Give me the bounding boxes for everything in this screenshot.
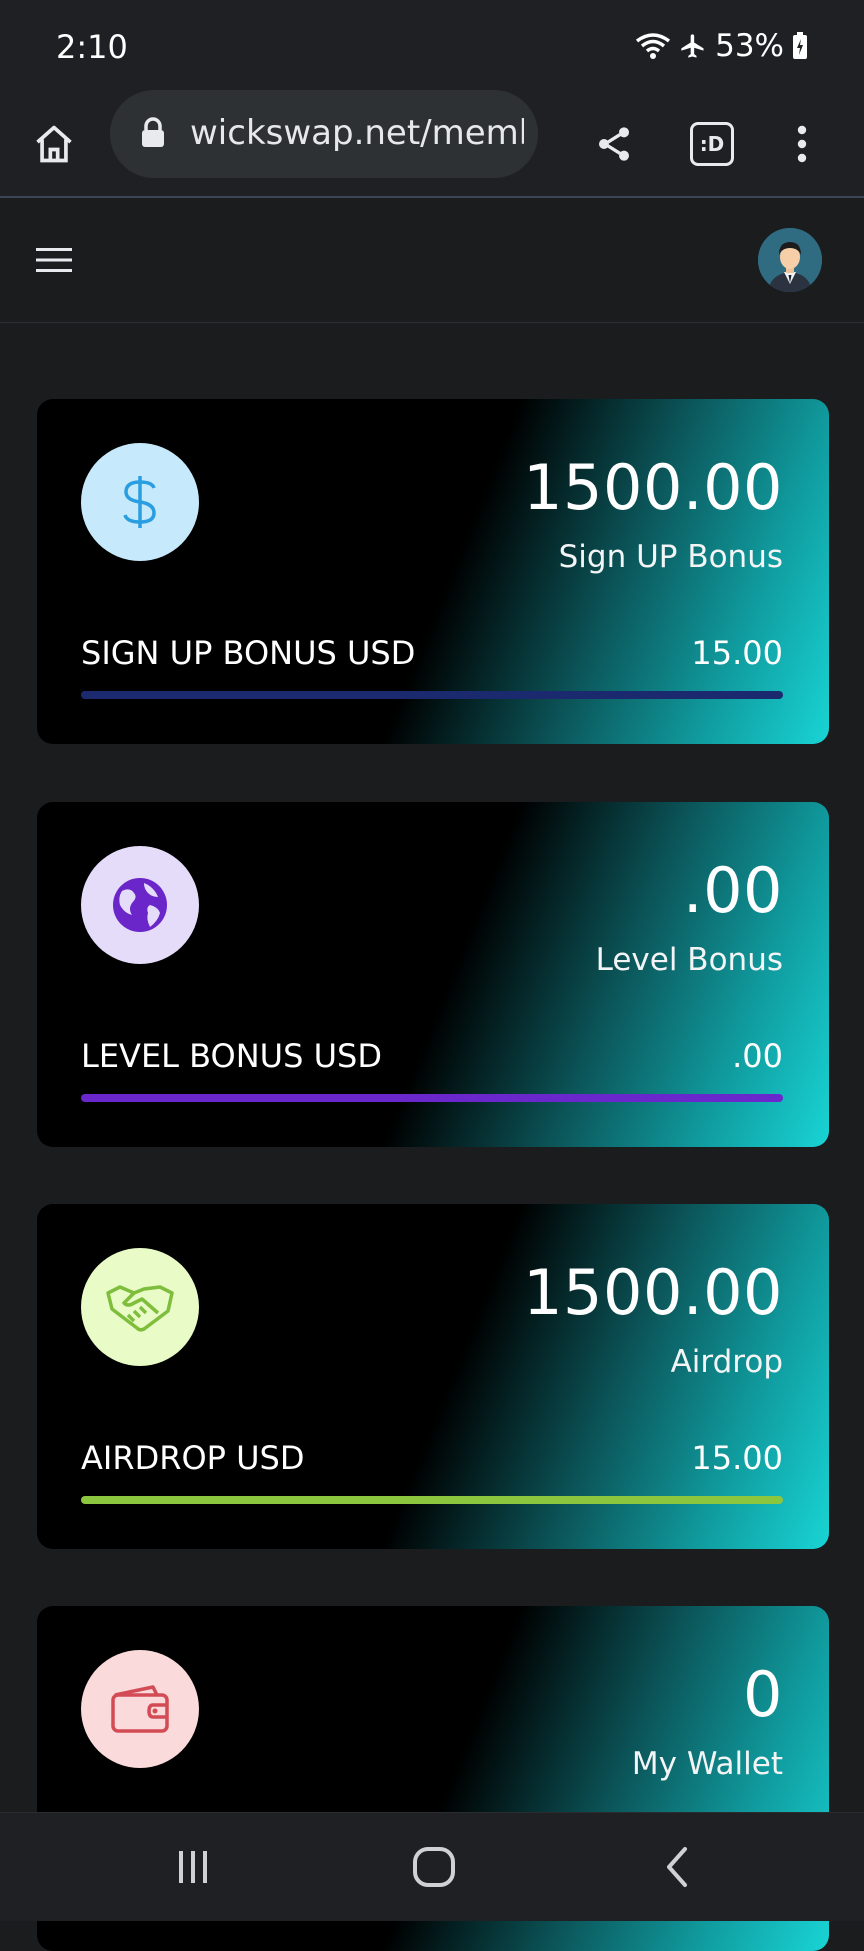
card-level-bonus: .00 Level Bonus LEVEL BONUS USD .00 (37, 802, 829, 1147)
more-vert-icon[interactable] (770, 112, 834, 176)
lock-icon (140, 117, 166, 153)
card-amount: .00 (732, 1037, 783, 1075)
app-header (0, 198, 864, 323)
card-airdrop: 1500.00 Airdrop AIRDROP USD 15.00 (37, 1204, 829, 1549)
progress-fill (81, 691, 783, 699)
status-time: 2:10 (56, 28, 128, 66)
card-subtitle: Sign UP Bonus (558, 539, 783, 575)
back-icon[interactable] (631, 1831, 721, 1903)
card-label: LEVEL BONUS USD (81, 1037, 382, 1075)
status-bar: 2:10 53% (0, 0, 864, 92)
card-signup-bonus: 1500.00 Sign UP Bonus SIGN UP BONUS USD … (37, 399, 829, 744)
card-amount: 15.00 (691, 634, 783, 672)
user-avatar[interactable] (758, 228, 822, 292)
tab-count: :D (690, 122, 734, 166)
progress-bar (81, 1496, 783, 1504)
share-icon[interactable] (578, 112, 650, 176)
home-circle-icon[interactable] (389, 1831, 479, 1903)
progress-bar (81, 691, 783, 699)
card-subtitle: Airdrop (670, 1344, 783, 1380)
wifi-icon (635, 31, 671, 61)
progress-bar (81, 1094, 783, 1102)
progress-fill (81, 1496, 783, 1504)
card-value: 1500.00 (523, 1256, 783, 1329)
card-label: AIRDROP USD (81, 1439, 305, 1477)
handshake-icon (81, 1248, 199, 1366)
card-value: .00 (682, 854, 783, 927)
dollar-icon (81, 443, 199, 561)
card-label: SIGN UP BONUS USD (81, 634, 416, 672)
card-amount: 15.00 (691, 1439, 783, 1477)
airplane-icon (679, 32, 707, 60)
card-value: 1500.00 (523, 451, 783, 524)
wallet-icon (81, 1650, 199, 1768)
url-text[interactable]: wickswap.net/memb (190, 113, 524, 157)
home-icon[interactable] (22, 112, 86, 176)
progress-fill (81, 1094, 783, 1102)
battery-icon (792, 32, 808, 60)
battery-percent: 53% (715, 28, 784, 64)
card-value: 0 (743, 1658, 783, 1731)
recents-icon[interactable] (148, 1831, 238, 1903)
status-indicators: 53% (635, 26, 808, 66)
hamburger-menu-icon[interactable] (24, 230, 84, 290)
tabs-icon[interactable]: :D (680, 112, 744, 176)
card-subtitle: My Wallet (631, 1746, 783, 1782)
globe-icon (81, 846, 199, 964)
system-nav-bar (0, 1812, 864, 1921)
card-subtitle: Level Bonus (595, 942, 783, 978)
